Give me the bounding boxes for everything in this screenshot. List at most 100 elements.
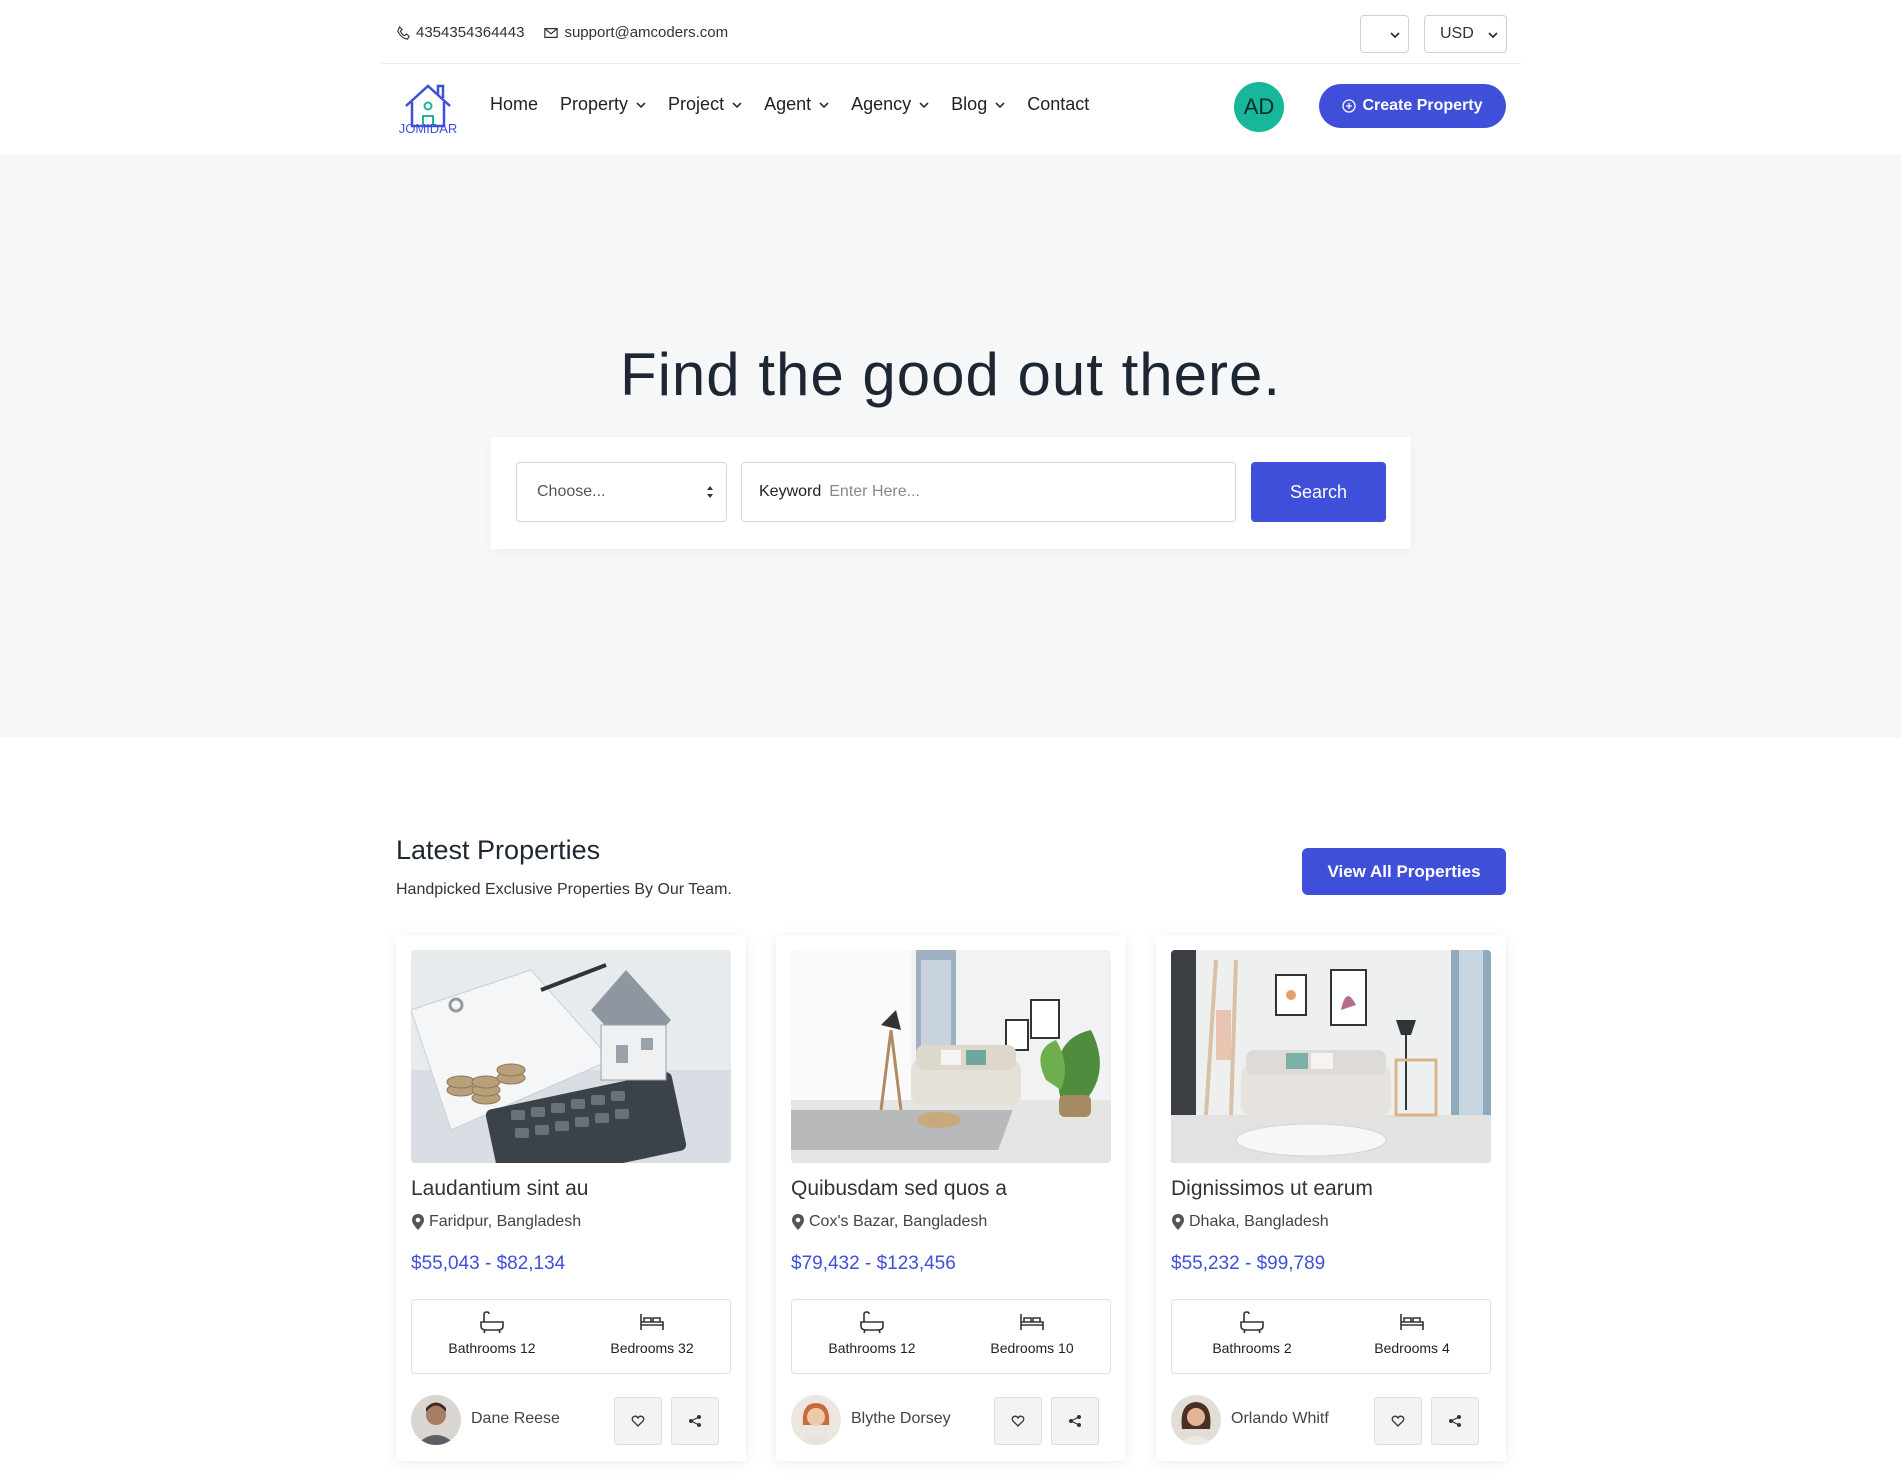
bathrooms-feature: Bathrooms 12 [792, 1310, 952, 1356]
bedrooms-feature: Bedrooms 4 [1332, 1310, 1492, 1356]
search-button[interactable]: Search [1251, 462, 1386, 522]
chevron-down-icon [732, 101, 742, 108]
bedrooms-text: Bedrooms 32 [610, 1340, 694, 1356]
bathrooms-text: Bathrooms 12 [828, 1340, 916, 1356]
top-contact-bar: 4354354364443 support@amcoders.com [381, 0, 1521, 64]
section-title: Latest Properties [396, 835, 601, 865]
favorite-button[interactable] [614, 1397, 662, 1445]
nav-project[interactable]: Project [668, 94, 742, 115]
phone-contact[interactable]: 4354354364443 [396, 24, 524, 41]
nav-agency[interactable]: Agency [851, 94, 929, 115]
nav-contact[interactable]: Contact [1027, 94, 1089, 115]
mail-icon [544, 27, 559, 38]
heart-icon [631, 1415, 645, 1427]
category-select[interactable]: Choose... [516, 462, 727, 522]
bathtub-icon [480, 1311, 504, 1334]
nav-blog[interactable]: Blog [951, 94, 1005, 115]
bed-icon [1020, 1314, 1044, 1330]
bedrooms-feature: Bedrooms 32 [572, 1310, 732, 1356]
property-image[interactable] [411, 950, 731, 1163]
search-form: Choose... Keyword Enter Here... Search [491, 437, 1411, 549]
bathtub-icon [1240, 1311, 1264, 1334]
chevron-down-icon [1488, 32, 1498, 39]
nav-project-label: Project [668, 94, 725, 114]
favorite-button[interactable] [994, 1397, 1042, 1445]
bed-icon [640, 1314, 664, 1330]
keyword-input[interactable]: Keyword Enter Here... [741, 462, 1236, 522]
agent-avatar[interactable] [791, 1395, 841, 1445]
property-title[interactable]: Laudantium sint au [411, 1177, 588, 1201]
location-text: Cox's Bazar, Bangladesh [809, 1213, 988, 1230]
property-card[interactable]: Dignissimos ut earum Dhaka, Bangladesh $… [1156, 935, 1506, 1461]
nav-home-label: Home [490, 94, 539, 114]
bathtub-icon [860, 1311, 884, 1334]
bathrooms-text: Bathrooms 12 [448, 1340, 536, 1356]
share-button[interactable] [1431, 1397, 1479, 1445]
share-icon [689, 1415, 701, 1427]
keyword-label: Keyword [759, 483, 822, 500]
property-card[interactable]: Quibusdam sed quos a Cox's Bazar, Bangla… [776, 935, 1126, 1461]
nav-agent-label: Agent [764, 94, 812, 114]
property-photo [791, 950, 1111, 1163]
bathrooms-feature: Bathrooms 2 [1172, 1310, 1332, 1356]
user-initials: AD [1243, 94, 1275, 119]
agent-photo [1171, 1395, 1221, 1445]
location-text: Faridpur, Bangladesh [429, 1213, 582, 1230]
hero-title: Find the good out there. [619, 341, 1282, 408]
property-image[interactable] [791, 950, 1111, 1163]
agent-avatar[interactable] [411, 1395, 461, 1445]
property-features: Bathrooms 12 Bedrooms 32 [411, 1299, 731, 1374]
nav-agent[interactable]: Agent [764, 94, 829, 115]
create-property-button[interactable]: Create Property [1319, 84, 1506, 128]
currency-select[interactable]: USD [1424, 15, 1507, 53]
email-address: support@amcoders.com [564, 24, 729, 41]
view-all-properties-button[interactable]: View All Properties [1302, 848, 1506, 895]
property-price: $79,432 - $123,456 [791, 1253, 956, 1274]
property-features: Bathrooms 12 Bedrooms 10 [791, 1299, 1111, 1374]
property-price: $55,043 - $82,134 [411, 1253, 566, 1274]
property-card[interactable]: Laudantium sint au Faridpur, Bangladesh … [396, 935, 746, 1461]
location-text: Dhaka, Bangladesh [1189, 1213, 1329, 1230]
bathrooms-feature: Bathrooms 12 [412, 1310, 572, 1356]
nav-agency-label: Agency [851, 94, 912, 114]
plus-circle-icon [1342, 99, 1357, 113]
property-title[interactable]: Dignissimos ut earum [1171, 1177, 1373, 1201]
email-contact[interactable]: support@amcoders.com [544, 24, 728, 41]
section-subtitle: Handpicked Exclusive Properties By Our T… [396, 881, 732, 898]
bedrooms-text: Bedrooms 4 [1374, 1340, 1450, 1356]
nav-property[interactable]: Property [560, 94, 646, 115]
category-select-value: Choose... [537, 483, 606, 500]
share-button[interactable] [1051, 1397, 1099, 1445]
agent-name[interactable]: Orlando Whitf [1231, 1410, 1329, 1428]
nav-home[interactable]: Home [490, 94, 538, 115]
share-icon [1069, 1415, 1081, 1427]
heart-icon [1391, 1415, 1405, 1427]
property-title[interactable]: Quibusdam sed quos a [791, 1177, 1007, 1201]
phone-number: 4354354364443 [416, 24, 525, 41]
chevron-down-icon [995, 101, 1005, 108]
language-select[interactable] [1360, 15, 1409, 53]
favorite-button[interactable] [1374, 1397, 1422, 1445]
bedrooms-feature: Bedrooms 10 [952, 1310, 1112, 1356]
agent-name[interactable]: Blythe Dorsey [851, 1410, 951, 1428]
property-location: Dhaka, Bangladesh [1171, 1213, 1329, 1231]
bed-icon [1400, 1314, 1424, 1330]
chevron-down-icon [919, 101, 929, 108]
agent-name[interactable]: Dane Reese [471, 1410, 560, 1428]
contact-info: 4354354364443 support@amcoders.com [396, 24, 748, 41]
property-photo [411, 950, 731, 1163]
agent-avatar[interactable] [1171, 1395, 1221, 1445]
chevron-down-icon [1390, 32, 1400, 39]
create-property-label: Create Property [1362, 97, 1483, 114]
heart-icon [1011, 1415, 1025, 1427]
user-avatar[interactable]: AD [1234, 82, 1284, 132]
currency-value: USD [1440, 25, 1474, 42]
property-image[interactable] [1171, 950, 1491, 1163]
nav-blog-label: Blog [951, 94, 988, 114]
nav-contact-label: Contact [1027, 94, 1090, 114]
map-pin-icon [792, 1214, 804, 1230]
select-arrows-icon [707, 486, 713, 498]
share-button[interactable] [671, 1397, 719, 1445]
property-price: $55,232 - $99,789 [1171, 1253, 1326, 1274]
bedrooms-text: Bedrooms 10 [990, 1340, 1074, 1356]
